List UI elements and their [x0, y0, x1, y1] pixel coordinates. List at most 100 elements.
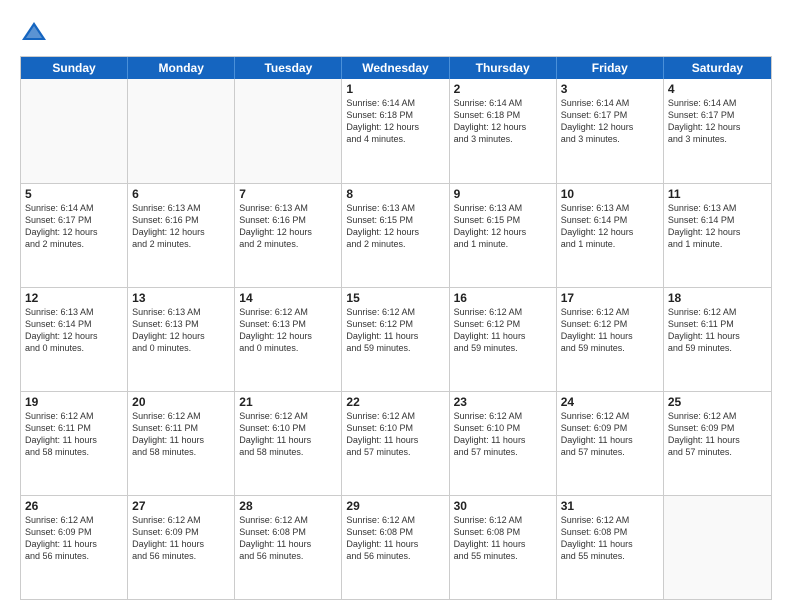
calendar-cell: 6Sunrise: 6:13 AM Sunset: 6:16 PM Daylig…	[128, 184, 235, 287]
day-number: 25	[668, 395, 767, 409]
cell-info: Sunrise: 6:12 AM Sunset: 6:12 PM Dayligh…	[454, 306, 552, 355]
day-number: 11	[668, 187, 767, 201]
calendar-body: 1Sunrise: 6:14 AM Sunset: 6:18 PM Daylig…	[21, 79, 771, 599]
cell-info: Sunrise: 6:12 AM Sunset: 6:10 PM Dayligh…	[239, 410, 337, 459]
calendar-cell	[664, 496, 771, 599]
calendar-cell: 15Sunrise: 6:12 AM Sunset: 6:12 PM Dayli…	[342, 288, 449, 391]
header-day-monday: Monday	[128, 57, 235, 79]
calendar-cell: 8Sunrise: 6:13 AM Sunset: 6:15 PM Daylig…	[342, 184, 449, 287]
day-number: 29	[346, 499, 444, 513]
calendar-cell: 10Sunrise: 6:13 AM Sunset: 6:14 PM Dayli…	[557, 184, 664, 287]
calendar-row-2: 12Sunrise: 6:13 AM Sunset: 6:14 PM Dayli…	[21, 287, 771, 391]
calendar-cell: 23Sunrise: 6:12 AM Sunset: 6:10 PM Dayli…	[450, 392, 557, 495]
calendar-cell: 16Sunrise: 6:12 AM Sunset: 6:12 PM Dayli…	[450, 288, 557, 391]
cell-info: Sunrise: 6:14 AM Sunset: 6:18 PM Dayligh…	[346, 97, 444, 146]
calendar-cell: 21Sunrise: 6:12 AM Sunset: 6:10 PM Dayli…	[235, 392, 342, 495]
cell-info: Sunrise: 6:13 AM Sunset: 6:16 PM Dayligh…	[132, 202, 230, 251]
day-number: 12	[25, 291, 123, 305]
cell-info: Sunrise: 6:12 AM Sunset: 6:13 PM Dayligh…	[239, 306, 337, 355]
day-number: 8	[346, 187, 444, 201]
day-number: 3	[561, 82, 659, 96]
cell-info: Sunrise: 6:13 AM Sunset: 6:13 PM Dayligh…	[132, 306, 230, 355]
cell-info: Sunrise: 6:12 AM Sunset: 6:11 PM Dayligh…	[132, 410, 230, 459]
cell-info: Sunrise: 6:13 AM Sunset: 6:15 PM Dayligh…	[454, 202, 552, 251]
cell-info: Sunrise: 6:12 AM Sunset: 6:11 PM Dayligh…	[668, 306, 767, 355]
day-number: 10	[561, 187, 659, 201]
day-number: 17	[561, 291, 659, 305]
calendar: SundayMondayTuesdayWednesdayThursdayFrid…	[20, 56, 772, 600]
day-number: 23	[454, 395, 552, 409]
day-number: 26	[25, 499, 123, 513]
day-number: 27	[132, 499, 230, 513]
calendar-cell: 24Sunrise: 6:12 AM Sunset: 6:09 PM Dayli…	[557, 392, 664, 495]
calendar-cell: 30Sunrise: 6:12 AM Sunset: 6:08 PM Dayli…	[450, 496, 557, 599]
cell-info: Sunrise: 6:12 AM Sunset: 6:11 PM Dayligh…	[25, 410, 123, 459]
calendar-cell: 27Sunrise: 6:12 AM Sunset: 6:09 PM Dayli…	[128, 496, 235, 599]
calendar-cell: 25Sunrise: 6:12 AM Sunset: 6:09 PM Dayli…	[664, 392, 771, 495]
day-number: 30	[454, 499, 552, 513]
page: SundayMondayTuesdayWednesdayThursdayFrid…	[0, 0, 792, 612]
cell-info: Sunrise: 6:14 AM Sunset: 6:17 PM Dayligh…	[668, 97, 767, 146]
calendar-cell: 29Sunrise: 6:12 AM Sunset: 6:08 PM Dayli…	[342, 496, 449, 599]
day-number: 28	[239, 499, 337, 513]
cell-info: Sunrise: 6:12 AM Sunset: 6:08 PM Dayligh…	[454, 514, 552, 563]
cell-info: Sunrise: 6:12 AM Sunset: 6:12 PM Dayligh…	[346, 306, 444, 355]
cell-info: Sunrise: 6:12 AM Sunset: 6:09 PM Dayligh…	[132, 514, 230, 563]
calendar-cell: 3Sunrise: 6:14 AM Sunset: 6:17 PM Daylig…	[557, 79, 664, 183]
calendar-row-1: 5Sunrise: 6:14 AM Sunset: 6:17 PM Daylig…	[21, 183, 771, 287]
calendar-cell	[21, 79, 128, 183]
calendar-row-4: 26Sunrise: 6:12 AM Sunset: 6:09 PM Dayli…	[21, 495, 771, 599]
calendar-cell: 9Sunrise: 6:13 AM Sunset: 6:15 PM Daylig…	[450, 184, 557, 287]
header	[20, 18, 772, 46]
calendar-cell: 1Sunrise: 6:14 AM Sunset: 6:18 PM Daylig…	[342, 79, 449, 183]
calendar-cell	[235, 79, 342, 183]
cell-info: Sunrise: 6:14 AM Sunset: 6:18 PM Dayligh…	[454, 97, 552, 146]
cell-info: Sunrise: 6:13 AM Sunset: 6:14 PM Dayligh…	[668, 202, 767, 251]
cell-info: Sunrise: 6:14 AM Sunset: 6:17 PM Dayligh…	[561, 97, 659, 146]
header-day-thursday: Thursday	[450, 57, 557, 79]
cell-info: Sunrise: 6:12 AM Sunset: 6:09 PM Dayligh…	[25, 514, 123, 563]
calendar-row-3: 19Sunrise: 6:12 AM Sunset: 6:11 PM Dayli…	[21, 391, 771, 495]
cell-info: Sunrise: 6:13 AM Sunset: 6:15 PM Dayligh…	[346, 202, 444, 251]
logo	[20, 18, 52, 46]
day-number: 4	[668, 82, 767, 96]
cell-info: Sunrise: 6:12 AM Sunset: 6:09 PM Dayligh…	[668, 410, 767, 459]
day-number: 2	[454, 82, 552, 96]
day-number: 7	[239, 187, 337, 201]
calendar-cell: 19Sunrise: 6:12 AM Sunset: 6:11 PM Dayli…	[21, 392, 128, 495]
header-day-saturday: Saturday	[664, 57, 771, 79]
cell-info: Sunrise: 6:12 AM Sunset: 6:08 PM Dayligh…	[561, 514, 659, 563]
header-day-wednesday: Wednesday	[342, 57, 449, 79]
cell-info: Sunrise: 6:13 AM Sunset: 6:14 PM Dayligh…	[561, 202, 659, 251]
cell-info: Sunrise: 6:13 AM Sunset: 6:16 PM Dayligh…	[239, 202, 337, 251]
calendar-cell: 18Sunrise: 6:12 AM Sunset: 6:11 PM Dayli…	[664, 288, 771, 391]
calendar-cell	[128, 79, 235, 183]
calendar-cell: 26Sunrise: 6:12 AM Sunset: 6:09 PM Dayli…	[21, 496, 128, 599]
header-day-friday: Friday	[557, 57, 664, 79]
calendar-cell: 12Sunrise: 6:13 AM Sunset: 6:14 PM Dayli…	[21, 288, 128, 391]
calendar-cell: 20Sunrise: 6:12 AM Sunset: 6:11 PM Dayli…	[128, 392, 235, 495]
day-number: 18	[668, 291, 767, 305]
calendar-cell: 22Sunrise: 6:12 AM Sunset: 6:10 PM Dayli…	[342, 392, 449, 495]
calendar-header: SundayMondayTuesdayWednesdayThursdayFrid…	[21, 57, 771, 79]
header-day-sunday: Sunday	[21, 57, 128, 79]
calendar-cell: 13Sunrise: 6:13 AM Sunset: 6:13 PM Dayli…	[128, 288, 235, 391]
cell-info: Sunrise: 6:12 AM Sunset: 6:10 PM Dayligh…	[454, 410, 552, 459]
day-number: 22	[346, 395, 444, 409]
day-number: 13	[132, 291, 230, 305]
calendar-row-0: 1Sunrise: 6:14 AM Sunset: 6:18 PM Daylig…	[21, 79, 771, 183]
day-number: 16	[454, 291, 552, 305]
day-number: 24	[561, 395, 659, 409]
cell-info: Sunrise: 6:13 AM Sunset: 6:14 PM Dayligh…	[25, 306, 123, 355]
cell-info: Sunrise: 6:12 AM Sunset: 6:08 PM Dayligh…	[346, 514, 444, 563]
calendar-cell: 5Sunrise: 6:14 AM Sunset: 6:17 PM Daylig…	[21, 184, 128, 287]
calendar-cell: 4Sunrise: 6:14 AM Sunset: 6:17 PM Daylig…	[664, 79, 771, 183]
cell-info: Sunrise: 6:14 AM Sunset: 6:17 PM Dayligh…	[25, 202, 123, 251]
calendar-cell: 31Sunrise: 6:12 AM Sunset: 6:08 PM Dayli…	[557, 496, 664, 599]
day-number: 15	[346, 291, 444, 305]
calendar-cell: 2Sunrise: 6:14 AM Sunset: 6:18 PM Daylig…	[450, 79, 557, 183]
calendar-cell: 14Sunrise: 6:12 AM Sunset: 6:13 PM Dayli…	[235, 288, 342, 391]
calendar-cell: 28Sunrise: 6:12 AM Sunset: 6:08 PM Dayli…	[235, 496, 342, 599]
day-number: 9	[454, 187, 552, 201]
day-number: 20	[132, 395, 230, 409]
